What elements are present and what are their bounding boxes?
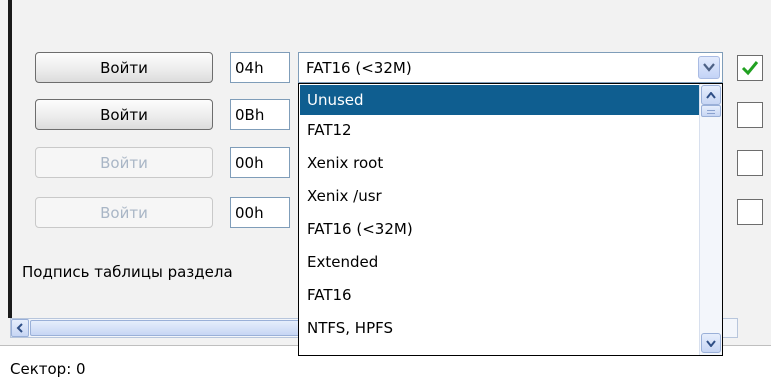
enter-button-3[interactable]: Войти — [35, 147, 213, 178]
dropdown-option[interactable]: FAT16 — [300, 280, 700, 310]
arrow-left-icon[interactable] — [11, 319, 29, 337]
chevron-down-icon[interactable] — [701, 333, 721, 353]
horizontal-scroll-thumb[interactable] — [30, 320, 310, 336]
partition-type-select-value: FAT16 (<32M) — [306, 59, 412, 77]
enter-button-4[interactable]: Войти — [35, 197, 213, 228]
dropdown-option[interactable]: FAT16 (<32M) — [300, 214, 700, 244]
dropdown-option[interactable]: Extended — [300, 247, 700, 277]
chevron-up-icon[interactable] — [701, 85, 721, 105]
partition-active-checkbox-1[interactable] — [737, 55, 763, 81]
partition-type-select[interactable]: FAT16 (<32M) — [298, 52, 723, 83]
dropdown-option[interactable]: Xenix /usr — [300, 181, 700, 211]
partition-type-dropdown-list[interactable]: Unused FAT12 Xenix root Xenix /usr FAT16… — [298, 83, 723, 356]
chevron-down-icon[interactable] — [698, 56, 720, 79]
dropdown-option[interactable]: FAT12 — [300, 115, 700, 145]
dropdown-vertical-scrollbar[interactable] — [699, 84, 722, 355]
partition-active-checkbox-4[interactable] — [737, 199, 763, 225]
dropdown-scroll-thumb[interactable] — [701, 105, 721, 117]
checkmark-icon — [741, 61, 759, 76]
dropdown-option[interactable]: Xenix root — [300, 148, 700, 178]
sector-status: Сектор: 0 — [10, 360, 86, 378]
partition-type-hex-1[interactable]: 04h — [230, 52, 290, 83]
enter-button-2[interactable]: Войти — [35, 99, 213, 130]
partition-table-caption: Подпись таблицы раздела — [22, 263, 233, 281]
partition-active-checkbox-2[interactable] — [737, 102, 763, 128]
dropdown-option[interactable]: NTFS, HPFS — [300, 313, 700, 343]
partition-active-checkbox-3[interactable] — [737, 150, 763, 176]
dropdown-option[interactable]: Unused — [300, 85, 700, 115]
partition-type-hex-2[interactable]: 0Bh — [230, 99, 290, 130]
enter-button-1[interactable]: Войти — [35, 52, 213, 83]
partition-type-hex-4[interactable]: 00h — [230, 197, 290, 228]
partition-type-hex-3[interactable]: 00h — [230, 147, 290, 178]
panel-border — [8, 0, 12, 318]
